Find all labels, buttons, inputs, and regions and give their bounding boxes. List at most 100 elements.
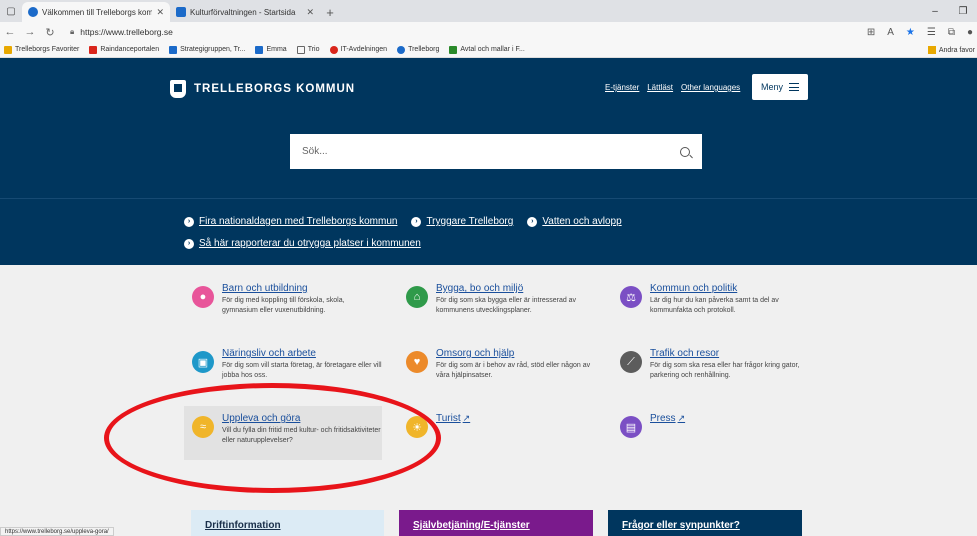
- url-text: https://www.trelleborg.se: [80, 27, 173, 37]
- bookmark-item[interactable]: Emma: [255, 45, 287, 54]
- category-title[interactable]: Trafik och resor: [650, 348, 810, 359]
- questions-box[interactable]: Frågor eller synpunkter?: [608, 510, 802, 536]
- category-bygga-bo-miljo[interactable]: ⌂ Bygga, bo och miljö För dig som ska byg…: [406, 283, 596, 316]
- category-kommun-politik[interactable]: ⚖ Kommun och politik Lär dig hur du kan p…: [620, 283, 810, 316]
- forward-icon[interactable]: →: [20, 26, 40, 38]
- site-icon: [397, 45, 406, 54]
- arrow-circle-icon: ›: [184, 216, 194, 227]
- category-press[interactable]: ▤ Press ↗: [620, 413, 685, 438]
- category-desc: Vill du fylla din fritid med kultur- och…: [222, 427, 381, 445]
- news-link[interactable]: › Fira nationaldagen med Trelleborgs komm…: [184, 216, 397, 227]
- logo-text: TRELLEBORGS KOMMUN: [194, 83, 356, 95]
- self-service-title: Självbetjäning/E-tjänster: [413, 520, 530, 531]
- bookmark-item[interactable]: Trio: [296, 45, 320, 54]
- browser-tab-bar: ▢ Välkommen till Trelleborgs komm ✕ Kult…: [0, 0, 977, 22]
- lock-icon: 🔒︎: [70, 27, 75, 36]
- window-controls: – ❐: [921, 0, 977, 22]
- minimize-icon[interactable]: –: [921, 0, 949, 22]
- sharepoint-favicon-icon: [176, 7, 186, 17]
- browser-tab[interactable]: Kulturförvaltningen - Startsida ✕: [170, 2, 320, 22]
- read-aloud-icon[interactable]: A: [887, 27, 894, 38]
- house-tree-icon: ⌂: [406, 286, 428, 308]
- newspaper-icon: ▤: [620, 416, 642, 438]
- site-favicon-icon: [28, 7, 38, 17]
- status-url: https://www.trelleborg.se/uppleva-gora/: [5, 529, 109, 535]
- category-title[interactable]: Barn och utbildning: [222, 283, 382, 294]
- favorites-icon[interactable]: ☰: [927, 27, 936, 38]
- news-link[interactable]: › Så här rapporterar du otrygga platser i…: [184, 238, 421, 249]
- search-icon[interactable]: [680, 146, 690, 157]
- easy-read-link[interactable]: Lättläst: [647, 83, 673, 92]
- status-bar: https://www.trelleborg.se/uppleva-gora/: [0, 527, 114, 536]
- category-desc: För dig som vill starta företag, är före…: [222, 362, 382, 380]
- road-icon: ⟋: [620, 351, 642, 373]
- profile-icon[interactable]: ●: [967, 27, 973, 38]
- app-available-icon[interactable]: ⊞: [867, 27, 875, 38]
- bookmark-item[interactable]: IT-Avdelningen: [329, 45, 387, 54]
- category-title[interactable]: Näringsliv och arbete: [222, 348, 382, 359]
- category-desc: För dig som ska resa eller har frågor kr…: [650, 362, 800, 380]
- apple-icon: ●: [192, 286, 214, 308]
- bookmark-item[interactable]: Raindanceportalen: [89, 45, 159, 54]
- menu-label: Meny: [760, 82, 783, 92]
- category-desc: Lär dig hur du kan påverka samt ta del a…: [650, 297, 779, 315]
- favorite-star-icon[interactable]: ★: [906, 27, 915, 38]
- bookmarks-bar: Trelleborgs Favoriter Raindanceportalen …: [0, 42, 977, 58]
- category-title[interactable]: Press ↗: [650, 413, 685, 424]
- other-favorites[interactable]: Andra favor: [927, 42, 975, 57]
- category-barn-utbildning[interactable]: ● Barn och utbildning För dig med kopplin…: [192, 283, 382, 316]
- category-naringsliv-arbete[interactable]: ▣ Näringsliv och arbete För dig som vill …: [192, 348, 382, 381]
- bookmark-item[interactable]: Trelleborg: [397, 45, 439, 54]
- arrow-circle-icon: ›: [527, 216, 538, 227]
- category-title[interactable]: Turist ↗: [436, 413, 470, 424]
- drift-info-box[interactable]: Driftinformation: [191, 510, 384, 536]
- collections-icon[interactable]: ⧉: [948, 27, 955, 38]
- bookmark-item[interactable]: Avtal och mallar i F...: [449, 45, 525, 54]
- category-desc: För dig som ska bygga eller är intresser…: [436, 297, 577, 315]
- menu-button[interactable]: Meny: [752, 74, 808, 100]
- category-title[interactable]: Bygga, bo och miljö: [436, 283, 596, 294]
- new-tab-button[interactable]: +: [320, 2, 340, 22]
- e-services-link[interactable]: E-tjänster: [605, 83, 639, 92]
- heart-icon: ♥: [406, 351, 428, 373]
- folder-icon: [4, 45, 12, 54]
- url-field[interactable]: 🔒︎ https://www.trelleborg.se: [70, 27, 173, 37]
- news-links: › Fira nationaldagen med Trelleborgs komm…: [0, 198, 977, 265]
- page-icon: [296, 45, 305, 54]
- search-input[interactable]: [302, 146, 680, 157]
- category-trafik-resor[interactable]: ⟋ Trafik och resor För dig som ska resa e…: [620, 348, 810, 381]
- it-icon: [329, 45, 338, 54]
- browser-toolbar: ⊞ A ★ ☰ ⧉ ●: [867, 22, 973, 42]
- arrow-circle-icon: ›: [411, 216, 422, 227]
- news-link[interactable]: › Tryggare Trelleborg: [411, 216, 513, 227]
- news-link[interactable]: › Vatten och avlopp: [527, 216, 622, 227]
- folder-icon: [927, 46, 936, 54]
- hamburger-icon: [789, 83, 799, 91]
- tab-actions-icon[interactable]: ▢: [0, 0, 22, 22]
- external-link-icon: ↗: [462, 413, 471, 423]
- swimmer-icon: ≈: [192, 416, 214, 438]
- category-uppleva-gora[interactable]: ≈ Uppleva och göra Vill du fylla din frit…: [184, 406, 382, 460]
- close-tab-icon[interactable]: ✕: [306, 7, 314, 18]
- back-icon[interactable]: ←: [0, 26, 20, 38]
- gavel-icon: ⚖: [620, 286, 642, 308]
- close-tab-icon[interactable]: ✕: [156, 7, 164, 18]
- raindance-icon: [89, 45, 98, 54]
- bookmark-item[interactable]: Strategigruppen, Tr...: [169, 45, 245, 54]
- questions-title: Frågor eller synpunkter?: [622, 520, 740, 531]
- address-bar-row: ← → ↻ 🔒︎ https://www.trelleborg.se ⊞ A ★…: [0, 22, 977, 42]
- refresh-icon[interactable]: ↻: [40, 26, 60, 39]
- category-omsorg-hjalp[interactable]: ♥ Omsorg och hjälp För dig som är i behov…: [406, 348, 596, 381]
- restore-icon[interactable]: ❐: [949, 0, 977, 22]
- self-service-box[interactable]: Självbetjäning/E-tjänster: [399, 510, 593, 536]
- category-title[interactable]: Kommun och politik: [650, 283, 810, 294]
- category-title[interactable]: Omsorg och hjälp: [436, 348, 596, 359]
- category-turist[interactable]: ☀ Turist ↗: [406, 413, 470, 438]
- other-languages-link[interactable]: Other languages: [681, 83, 740, 92]
- tab-title: Kulturförvaltningen - Startsida: [190, 7, 296, 17]
- briefcase-icon: ▣: [192, 351, 214, 373]
- browser-tab-active[interactable]: Välkommen till Trelleborgs komm ✕: [22, 2, 170, 22]
- bookmark-item[interactable]: Trelleborgs Favoriter: [4, 45, 79, 54]
- site-logo[interactable]: TRELLEBORGS KOMMUN: [170, 80, 355, 98]
- category-title[interactable]: Uppleva och göra: [222, 413, 382, 424]
